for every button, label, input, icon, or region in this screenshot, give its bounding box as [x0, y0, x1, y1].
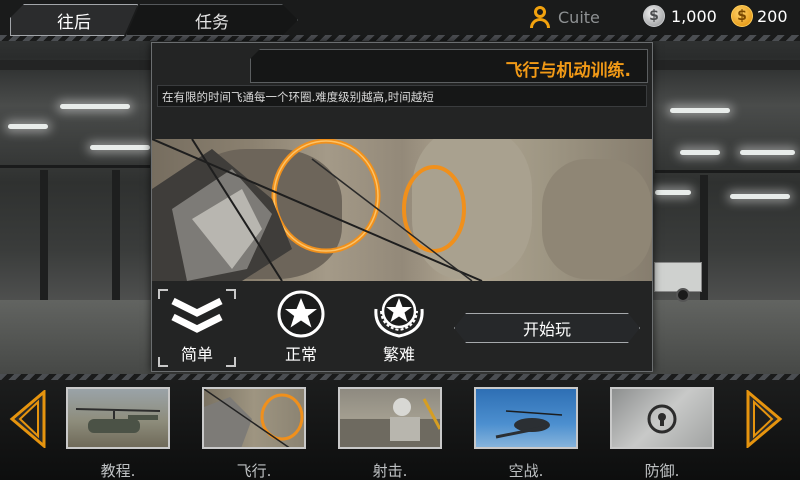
star-wreath-icon: [374, 293, 424, 338]
mission-title-bar: 飞行与机动训练.: [250, 49, 648, 83]
difficulty-hard-label: 繁难: [382, 345, 415, 364]
difficulty-normal[interactable]: 正常: [262, 289, 340, 367]
helicopter-ground-thumb: [75, 408, 161, 433]
start-play-label: 开始玩: [522, 320, 571, 339]
chevron-rank-icon: [171, 297, 223, 333]
mission-panel: 飞行与机动训练. 在有限的时间飞通每一个环圈.难度级别越高,时间越短 简单 正常…: [151, 42, 653, 372]
helicopter-sky-thumb: [495, 410, 563, 439]
mission-preview-image: [152, 139, 652, 281]
user-profile[interactable]: Cuite: [530, 6, 600, 28]
helicopter-rings-illustration: [152, 139, 483, 281]
helicopter-rings-thumb: [204, 389, 304, 447]
star-badge-icon: [277, 290, 325, 338]
mission-thumb-flight[interactable]: [202, 387, 306, 449]
difficulty-easy[interactable]: 简单: [158, 289, 236, 367]
mission-description-bar: 在有限的时间飞通每一个环圈.难度级别越高,时间越短: [157, 85, 647, 107]
gold-coin-icon: $: [731, 5, 753, 27]
mission-thumb-aircombat[interactable]: [474, 387, 578, 449]
task-tab[interactable]: 任务: [126, 4, 298, 36]
mission-description: 在有限的时间飞通每一个环圈.难度级别越高,时间越短: [162, 90, 434, 104]
mission-thumb-aircombat-label: 空战.: [508, 462, 544, 480]
mission-thumb-defense[interactable]: [610, 387, 714, 449]
gold-amount: 200: [757, 7, 788, 26]
mission-thumb-tutorial[interactable]: [66, 387, 170, 449]
mission-thumb-tutorial-label: 教程.: [100, 462, 136, 480]
locked-thumb: [647, 404, 677, 434]
username: Cuite: [558, 7, 600, 27]
radar-site-thumb: [340, 398, 440, 447]
difficulty-easy-label: 简单: [180, 345, 213, 364]
scroll-left-arrow-icon[interactable]: [8, 390, 50, 448]
back-tab-label: 往后: [57, 12, 91, 33]
difficulty-normal-label: 正常: [284, 345, 317, 364]
mission-thumb-defense-label: 防御.: [644, 462, 680, 480]
scroll-right-arrow-icon[interactable]: [742, 390, 784, 448]
silver-coin-symbol: $: [649, 8, 659, 24]
mission-thumb-shooting[interactable]: [338, 387, 442, 449]
silver-amount: 1,000: [671, 7, 717, 26]
back-tab[interactable]: 往后: [10, 4, 138, 36]
difficulty-hard[interactable]: 繁难: [360, 289, 438, 367]
task-tab-label: 任务: [195, 12, 229, 33]
mission-title: 飞行与机动训练.: [505, 61, 631, 81]
gold-coin-symbol: $: [737, 8, 747, 24]
mission-thumb-shooting-label: 射击.: [372, 462, 408, 480]
silver-coin-icon: $: [643, 5, 665, 27]
mission-thumb-flight-label: 飞行.: [236, 462, 272, 480]
start-play-button[interactable]: 开始玩: [454, 313, 640, 343]
user-icon: [530, 6, 550, 28]
